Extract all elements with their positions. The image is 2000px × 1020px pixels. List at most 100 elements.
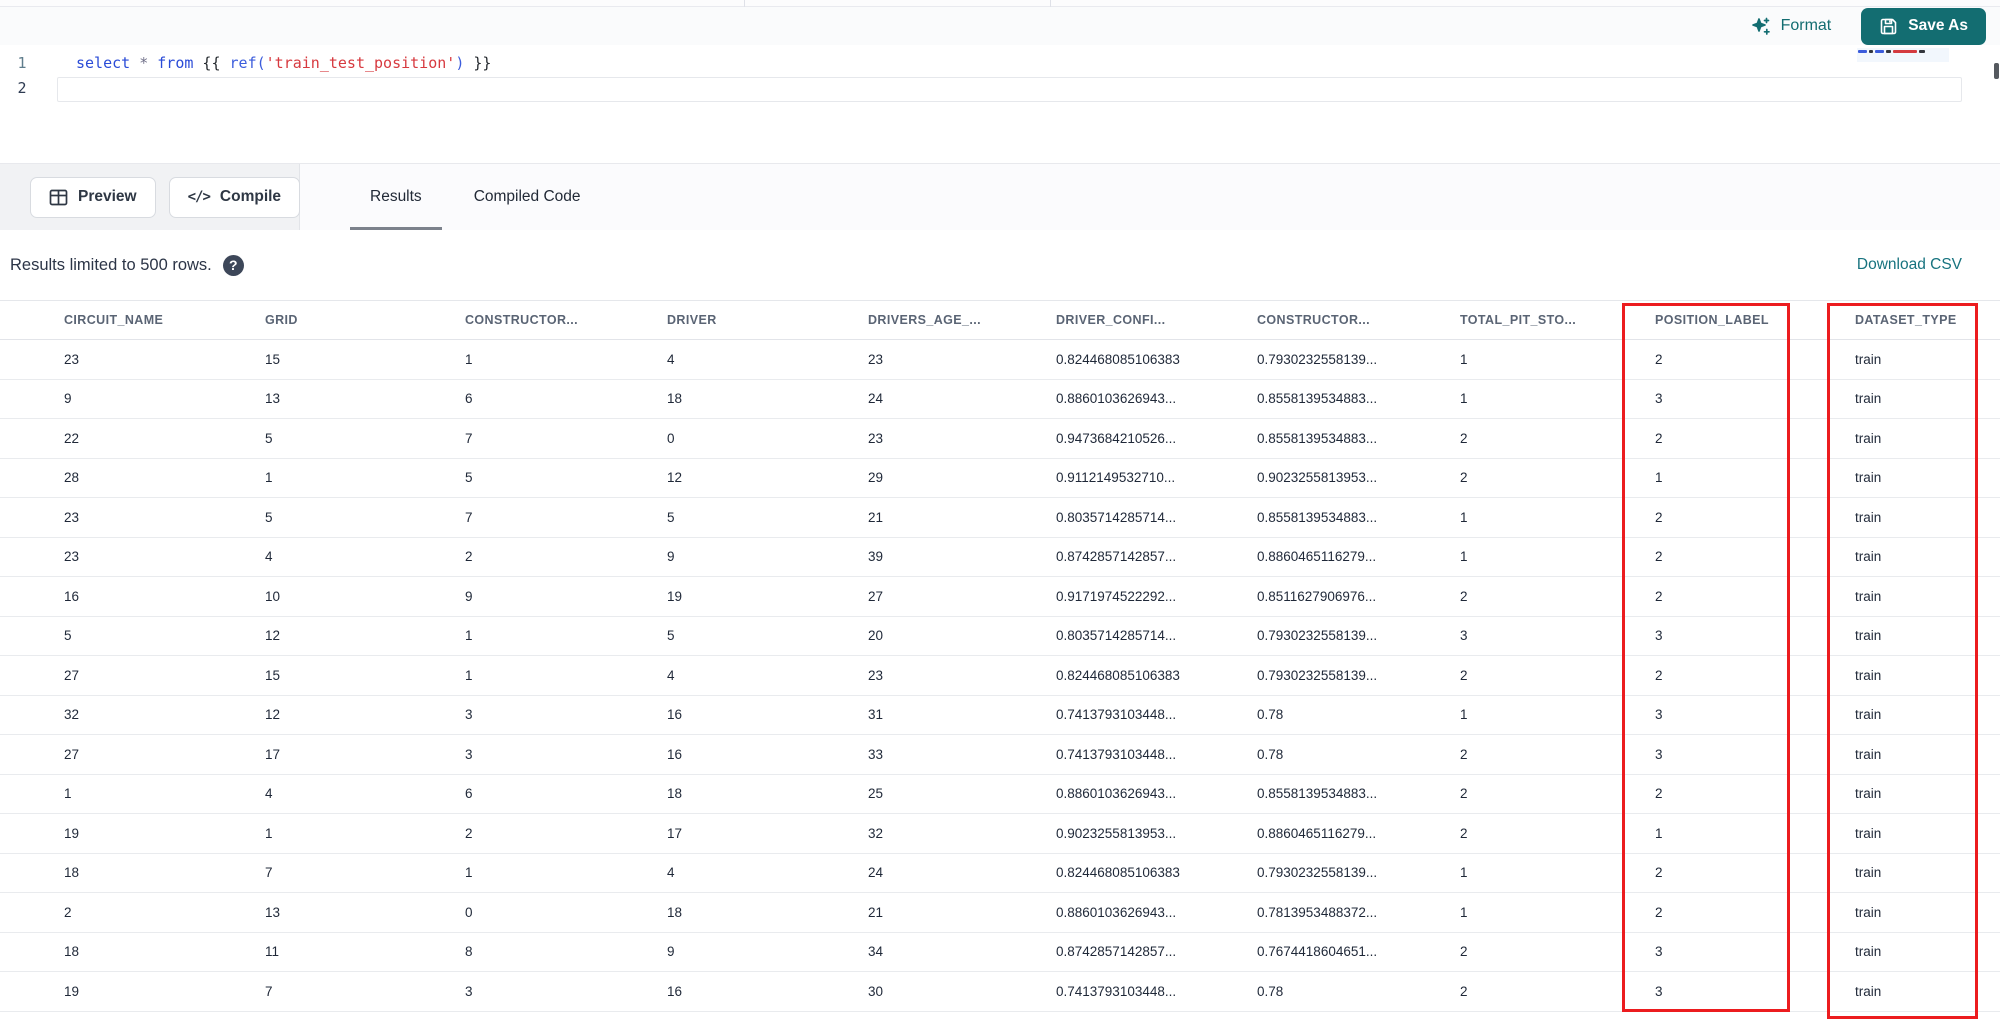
- format-label: Format: [1780, 17, 1832, 34]
- table-cell: 21: [868, 904, 884, 920]
- format-button[interactable]: Format: [1751, 16, 1832, 37]
- line-number: 2: [17, 79, 27, 97]
- table-cell: 9: [667, 944, 675, 960]
- table-row: 27 15 1 4 23 0.824468085106383 0.7930232558139…: [0, 656, 2000, 696]
- table-cell: 0.7813953488372...: [1257, 904, 1378, 920]
- help-icon[interactable]: ?: [222, 254, 244, 276]
- table-cell: 39: [868, 549, 884, 565]
- results-tabs: Results Compiled Code: [300, 164, 2000, 230]
- code-line-1[interactable]: select * from {{ ref('train_test_positio…: [76, 51, 491, 76]
- line-number-gutter: 1 2: [0, 51, 44, 101]
- table-cell: 11: [265, 944, 280, 960]
- table-row: 9 13 6 18 24 0.8860103626943... 0.855813953488…: [0, 380, 2000, 419]
- table-row: 1 4 6 18 25 0.8860103626943... 0.8558139534883…: [0, 775, 2000, 814]
- table-cell: 4: [667, 865, 675, 881]
- table-cell: 10: [265, 588, 281, 604]
- table-cell: 2: [1460, 588, 1468, 604]
- code-editor[interactable]: 1 2 select * from {{ ref('train_test_pos…: [0, 45, 2000, 163]
- table-cell: 2: [1460, 825, 1468, 841]
- table-cell: 12: [667, 470, 683, 486]
- sql-ide-page: Format Save As 1 2 select * from {{ ref(…: [0, 0, 2000, 1020]
- table-cell: train: [1855, 430, 1882, 446]
- editor-minimap[interactable]: [1857, 48, 1949, 62]
- table-cell: 2: [1460, 470, 1468, 486]
- table-cell: 0.824468085106383: [1056, 667, 1180, 683]
- column-header[interactable]: CONSTRUCTOR...: [465, 313, 667, 327]
- table-cell: 0.7930232558139...: [1257, 628, 1378, 644]
- table-cell: 3: [1655, 707, 1663, 723]
- column-header[interactable]: GRID: [265, 313, 465, 327]
- table-cell: 4: [265, 786, 273, 802]
- tab-results[interactable]: Results: [344, 164, 448, 230]
- tab-compiled-code-label: Compiled Code: [473, 188, 581, 205]
- table-cell: 23: [64, 549, 80, 565]
- table-cell: 16: [667, 746, 683, 762]
- table-cell: 24: [868, 865, 884, 881]
- table-cell: train: [1855, 786, 1882, 802]
- table-cell: 3: [1655, 983, 1663, 999]
- table-cell: 2: [1655, 549, 1663, 565]
- compile-button[interactable]: </> Compile: [168, 176, 301, 218]
- table-cell: 2: [1655, 667, 1663, 683]
- table-cell: 20: [868, 628, 884, 644]
- table-row: 23 15 1 4 23 0.824468085106383 0.7930232558139…: [0, 340, 2000, 380]
- table-row: 23 5 7 5 21 0.8035714285714... 0.8558139534883…: [0, 498, 2000, 538]
- table-cell: train: [1855, 549, 1882, 565]
- table-cell: 3: [465, 707, 473, 723]
- table-cell: 7: [465, 509, 473, 525]
- column-header[interactable]: POSITION_LABEL: [1655, 313, 1855, 327]
- table-cell: 2: [1655, 904, 1663, 920]
- table-cell: 0.9023255813953...: [1257, 470, 1378, 486]
- table-cell: 28: [64, 470, 80, 486]
- table-cell: train: [1855, 707, 1882, 723]
- table-cell: train: [1855, 588, 1882, 604]
- table-cell: 19: [64, 825, 80, 841]
- table-cell: 1: [465, 667, 473, 683]
- table-cell: 5: [265, 509, 273, 525]
- column-header[interactable]: DRIVER: [667, 313, 868, 327]
- table-cell: 19: [64, 983, 80, 999]
- column-header[interactable]: CIRCUIT_NAME: [64, 313, 265, 327]
- table-cell: 1: [265, 825, 273, 841]
- table-cell: 17: [667, 825, 683, 841]
- table-cell: 32: [64, 707, 80, 723]
- table-cell: 27: [64, 667, 80, 683]
- column-header[interactable]: DRIVERS_AGE_...: [868, 313, 1056, 327]
- table-cell: 3: [465, 746, 473, 762]
- table-header-row: CIRCUIT_NAME GRID CONSTRUCTOR... DRIVER DRIV…: [0, 300, 2000, 340]
- table-cell: train: [1855, 904, 1882, 920]
- table-cell: 0.78: [1257, 983, 1284, 999]
- preview-label: Preview: [78, 188, 137, 205]
- column-header[interactable]: DRIVER_CONFI...: [1056, 313, 1257, 327]
- table-cell: 21: [868, 509, 884, 525]
- save-as-button[interactable]: Save As: [1861, 7, 1986, 45]
- download-csv-link[interactable]: Download CSV: [1857, 256, 1962, 274]
- table-icon: [49, 189, 68, 206]
- table-cell: 15: [265, 351, 281, 367]
- table-cell: 30: [868, 983, 884, 999]
- tab-compiled-code[interactable]: Compiled Code: [448, 164, 607, 230]
- table-cell: 0.8860103626943...: [1056, 391, 1177, 407]
- table-cell: 2: [1655, 351, 1663, 367]
- column-header[interactable]: DATASET_TYPE: [1855, 313, 2000, 327]
- column-header[interactable]: TOTAL_PIT_STO...: [1460, 313, 1655, 327]
- editor-scrollbar-thumb[interactable]: [1994, 63, 1999, 79]
- table-cell: 4: [265, 549, 273, 565]
- table-cell: 23: [868, 430, 884, 446]
- column-header[interactable]: CONSTRUCTOR...: [1257, 313, 1460, 327]
- table-cell: 23: [868, 667, 884, 683]
- table-cell: 2: [1460, 667, 1468, 683]
- table-cell: train: [1855, 825, 1882, 841]
- table-cell: 1: [64, 786, 72, 802]
- table-cell: 1: [1655, 825, 1663, 841]
- table-cell: 0.7413793103448...: [1056, 746, 1177, 762]
- table-cell: 17: [265, 746, 281, 762]
- table-cell: 1: [1460, 509, 1468, 525]
- table-cell: 1: [465, 628, 473, 644]
- table-cell: train: [1855, 391, 1882, 407]
- preview-button[interactable]: Preview: [30, 176, 156, 218]
- table-cell: 7: [265, 865, 273, 881]
- save-as-label: Save As: [1908, 17, 1968, 34]
- table-cell: 0.9473684210526...: [1056, 430, 1177, 446]
- table-cell: train: [1855, 944, 1882, 960]
